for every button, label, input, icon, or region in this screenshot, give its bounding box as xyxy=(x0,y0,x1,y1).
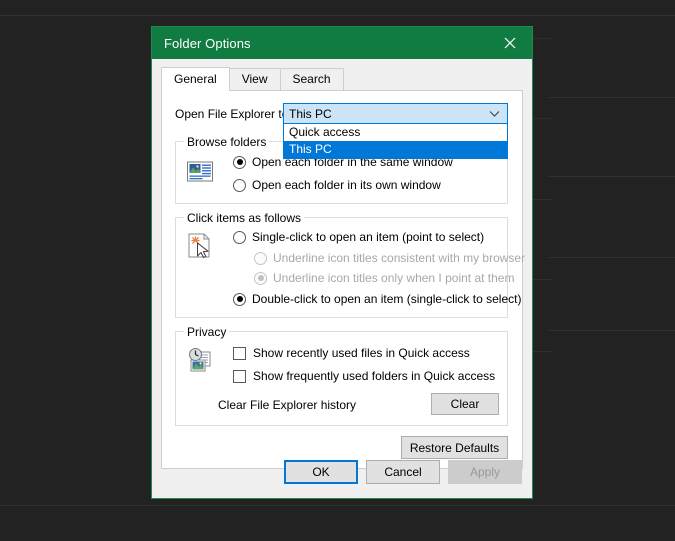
backdrop-separator xyxy=(0,15,675,16)
radio-single-click-label: Single-click to open an item (point to s… xyxy=(252,230,485,244)
radio-underline-on-point-label: Underline icon titles only when I point … xyxy=(273,271,515,285)
radio-underline-always-label: Underline icon titles consistent with my… xyxy=(273,251,526,265)
tab-general[interactable]: General xyxy=(161,67,230,91)
combobox-selected-value: This PC xyxy=(289,106,332,121)
close-icon xyxy=(504,37,516,49)
checkbox-frequent-folders[interactable]: Show frequently used folders in Quick ac… xyxy=(233,369,495,383)
radio-underline-on-point: Underline icon titles only when I point … xyxy=(254,271,514,285)
open-file-explorer-combobox[interactable]: This PC xyxy=(283,103,508,124)
tab-strip: General View Search xyxy=(161,67,523,91)
checkbox-recent-files-indicator xyxy=(233,346,246,360)
backdrop-separator-stub xyxy=(531,118,553,119)
ok-button-label: OK xyxy=(312,465,330,479)
radio-underline-always: Underline icon titles consistent with my… xyxy=(254,251,525,265)
privacy-title: Privacy xyxy=(184,325,230,339)
document-cursor-icon xyxy=(188,233,210,258)
dialog-footer: OK Cancel Apply xyxy=(152,448,532,498)
tab-search[interactable]: Search xyxy=(279,68,344,90)
backdrop-separator xyxy=(548,257,675,258)
radio-double-click[interactable]: Double-click to open an item (single-cli… xyxy=(233,292,521,306)
backdrop-separator xyxy=(548,330,675,331)
clock-documents-icon xyxy=(189,348,211,372)
backdrop-separator xyxy=(548,176,675,177)
radio-own-window-indicator xyxy=(233,178,246,192)
clear-history-label: Clear File Explorer history xyxy=(218,398,357,412)
cancel-button[interactable]: Cancel xyxy=(366,460,440,484)
tab-general-label: General xyxy=(174,72,217,86)
radio-double-click-label: Double-click to open an item (single-cli… xyxy=(252,292,522,306)
clear-history-button-label: Clear xyxy=(450,397,480,411)
radio-underline-on-point-indicator xyxy=(254,271,267,285)
radio-double-click-indicator xyxy=(233,292,246,306)
tab-search-label: Search xyxy=(292,72,331,86)
backdrop-separator-stub xyxy=(531,351,553,352)
ok-button[interactable]: OK xyxy=(284,460,358,484)
apply-button-label: Apply xyxy=(469,465,501,479)
cancel-button-label: Cancel xyxy=(384,465,422,479)
open-file-explorer-label: Open File Explorer to: xyxy=(175,107,292,121)
title-bar: Folder Options xyxy=(152,27,532,59)
apply-button: Apply xyxy=(448,460,522,484)
folder-options-dialog: Folder Options General View Search Open … xyxy=(151,26,533,499)
browse-folders-title: Browse folders xyxy=(184,135,270,149)
checkbox-frequent-folders-label: Show frequently used folders in Quick ac… xyxy=(253,369,496,383)
general-tab-panel: Open File Explorer to: This PC Quick acc… xyxy=(161,90,525,469)
checkbox-recent-files[interactable]: Show recently used files in Quick access xyxy=(233,346,470,360)
radio-underline-always-indicator xyxy=(254,251,267,265)
tab-view[interactable]: View xyxy=(228,68,281,90)
open-file-explorer-dropdown-list[interactable]: Quick access This PC xyxy=(283,124,508,159)
close-button[interactable] xyxy=(488,27,532,59)
dropdown-option-quick-access[interactable]: Quick access xyxy=(284,124,507,141)
privacy-group: Privacy Show recently used files in Quic… xyxy=(175,325,508,426)
tab-view-label: View xyxy=(241,72,268,86)
backdrop-separator-stub xyxy=(531,38,553,39)
window-title: Folder Options xyxy=(164,35,251,51)
radio-own-window-label: Open each folder in its own window xyxy=(252,178,441,192)
open-file-explorer-row: Open File Explorer to: This PC Quick acc… xyxy=(175,103,508,159)
click-items-group: Click items as follows Single-click to o… xyxy=(175,211,525,318)
backdrop-separator xyxy=(0,505,675,506)
folder-window-icon xyxy=(187,161,213,182)
dropdown-option-this-pc[interactable]: This PC xyxy=(284,141,507,158)
radio-single-click-indicator xyxy=(233,230,246,244)
chevron-down-icon xyxy=(489,110,500,117)
backdrop-separator-stub xyxy=(531,199,553,200)
clear-history-button[interactable]: Clear xyxy=(431,393,499,415)
checkbox-frequent-folders-indicator xyxy=(233,369,246,383)
backdrop-separator-stub xyxy=(531,279,553,280)
checkbox-recent-files-label: Show recently used files in Quick access xyxy=(253,346,470,360)
backdrop-separator xyxy=(548,97,675,98)
radio-same-window-indicator xyxy=(233,155,246,169)
radio-own-window[interactable]: Open each folder in its own window xyxy=(233,178,441,192)
radio-single-click[interactable]: Single-click to open an item (point to s… xyxy=(233,230,484,244)
click-items-title: Click items as follows xyxy=(184,211,305,225)
